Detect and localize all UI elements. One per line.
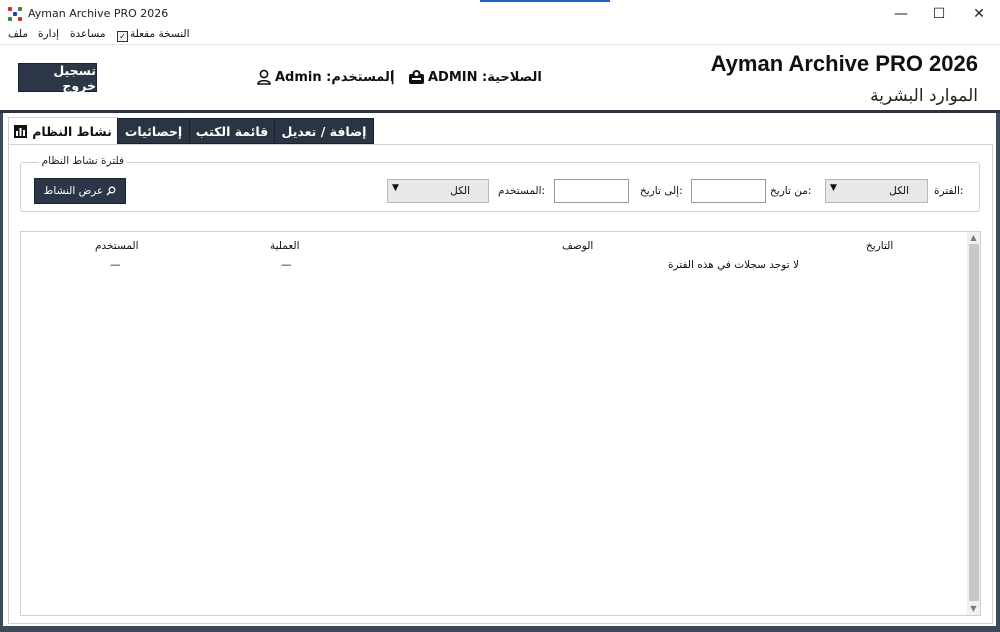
table-row-description[interactable]: لا توجد سجلات في هذه الفترة bbox=[668, 259, 799, 271]
window-frame-right bbox=[996, 113, 1000, 632]
user-filter-label: :المستخدم bbox=[498, 185, 546, 197]
tab-label: نشاط النظام bbox=[32, 123, 112, 139]
user-filter-value: الكل bbox=[450, 185, 470, 197]
menu-item-help[interactable]: مساعدة bbox=[70, 28, 105, 40]
filter-group-title: فلترة نشاط النظام bbox=[38, 155, 127, 167]
menu-item-file[interactable]: ملف bbox=[8, 28, 28, 40]
bar-chart-icon bbox=[14, 124, 28, 138]
menu-item-admin[interactable]: إدارة bbox=[38, 28, 59, 40]
tab-statistics[interactable]: إحصائيات bbox=[117, 118, 190, 144]
tab-system-activity[interactable]: نشاط النظام bbox=[8, 117, 118, 144]
key-badge-icon bbox=[409, 70, 424, 84]
header-separator: | bbox=[390, 69, 396, 85]
chevron-down-icon: ▼ bbox=[392, 183, 399, 193]
scrollbar-thumb[interactable] bbox=[969, 244, 979, 601]
period-label: :الفترة bbox=[934, 185, 964, 197]
to-date-label: :إلى تاريخ bbox=[640, 185, 683, 197]
search-icon bbox=[106, 186, 116, 196]
activity-table bbox=[20, 231, 981, 616]
window-frame-left bbox=[0, 113, 3, 632]
app-grid-icon bbox=[8, 7, 22, 21]
scroll-up-icon[interactable]: ▲ bbox=[967, 232, 980, 243]
column-header-date[interactable]: التاريخ bbox=[866, 240, 893, 252]
user-info: المستخدم: Admin bbox=[275, 70, 395, 85]
period-dropdown[interactable]: ▼ الكل bbox=[825, 179, 928, 203]
header-divider bbox=[0, 110, 1000, 113]
from-date-input[interactable] bbox=[691, 179, 766, 203]
window-frame-bottom bbox=[0, 626, 1000, 632]
period-value: الكل bbox=[889, 185, 909, 197]
permission-info: الصلاحية: ADMIN bbox=[428, 70, 542, 85]
to-date-input[interactable] bbox=[554, 179, 629, 203]
column-header-user[interactable]: المستخدم bbox=[95, 240, 139, 252]
tab-book-list[interactable]: قائمة الكتب bbox=[189, 118, 275, 144]
tab-add-edit[interactable]: إضافة / تعديل bbox=[274, 118, 374, 144]
chevron-down-icon: ▼ bbox=[830, 183, 837, 193]
user-icon bbox=[257, 69, 271, 85]
show-activity-label: عرض النشاط bbox=[43, 185, 104, 197]
app-name: Ayman Archive PRO 2026 bbox=[710, 51, 978, 76]
user-filter-dropdown[interactable]: ▼ الكل bbox=[387, 179, 489, 203]
table-row-user[interactable]: — bbox=[110, 259, 121, 271]
menu-item-activated[interactable]: النسخة مفعلة bbox=[130, 28, 190, 40]
from-date-label: :من تاريخ bbox=[770, 185, 812, 197]
department-name: الموارد البشرية bbox=[870, 86, 978, 106]
scroll-down-icon[interactable]: ▼ bbox=[967, 603, 980, 614]
checkbox-icon[interactable]: ✓ bbox=[117, 31, 128, 42]
window-title: Ayman Archive PRO 2026 bbox=[28, 7, 169, 20]
maximize-button[interactable]: ☐ bbox=[922, 0, 956, 28]
title-accent bbox=[480, 0, 610, 2]
close-button[interactable]: ✕ bbox=[962, 0, 996, 28]
minimize-button[interactable]: — bbox=[884, 0, 918, 28]
show-activity-button[interactable]: عرض النشاط bbox=[34, 178, 126, 204]
table-row-operation[interactable]: — bbox=[281, 259, 292, 271]
column-header-operation[interactable]: العملية bbox=[270, 240, 300, 252]
logout-button[interactable]: تسجيل خروج bbox=[18, 63, 97, 93]
column-header-description[interactable]: الوصف bbox=[562, 240, 593, 252]
